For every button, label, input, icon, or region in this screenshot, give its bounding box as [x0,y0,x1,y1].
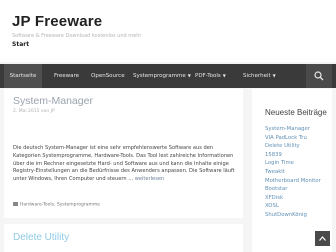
site-title[interactable]: JP Freeware [12,13,102,30]
sidebar-item[interactable]: Delete Utility [265,142,321,151]
post-title-2[interactable]: Delete Utility [13,232,69,243]
chevron-down-icon: ▼ [187,73,191,78]
sidebar-item[interactable]: XOSL [265,202,321,211]
post-meta: 2. Mai 2015 von JP [13,109,55,114]
sidebar-item[interactable]: XFDisk [265,194,321,203]
sidebar-item[interactable]: Tweakit [265,168,321,177]
post-categories-text[interactable]: Hardware-Tools, Systemprogramme [20,203,100,208]
post-categories: Hardware-Tools, Systemprogramme [13,202,100,208]
sidebar-item[interactable]: ShutDownKönig [265,211,321,220]
nav-item-pdf-tools[interactable]: PDF-Tools ▼ [195,64,226,88]
nav-item-label: Startseite [9,73,37,79]
read-more-link[interactable]: weiterlesen [135,176,165,182]
post-separator [4,218,243,224]
main-navigation: Startseite Freeware OpenSource Systempro… [0,64,336,88]
nav-item-freeware[interactable]: Freeware [54,64,79,88]
post-title[interactable]: System-Manager [13,95,93,107]
search-button[interactable] [306,64,332,88]
post-content: Die deutsch System-Manager ist eine sehr… [13,145,239,184]
nav-item-startseite[interactable]: Startseite [4,64,42,88]
nav-item-label: Sicherheit [243,73,271,79]
nav-item-sicherheit[interactable]: Sicherheit ▼ [243,64,276,88]
sidebar-item[interactable]: 15839 [265,151,321,160]
chevron-down-icon: ▼ [272,73,276,78]
nav-item-opensource[interactable]: OpenSource [91,64,125,88]
nav-item-label: OpenSource [91,73,125,79]
folder-icon [13,202,18,206]
post-text: Die deutsch System-Manager ist eine sehr… [13,145,235,183]
start-link[interactable]: Start [12,41,29,48]
search-icon [314,71,324,81]
sidebar-heading: Neueste Beiträge [265,108,327,117]
sidebar-item[interactable]: System-Manager [265,125,321,134]
nav-item-label: Systemprogramme [133,73,186,79]
sidebar: Neueste Beiträge System-Manager VIA PadL… [252,89,332,252]
sidebar-item[interactable]: Motherboard Monitor [265,177,321,186]
scroll-to-top-button[interactable] [315,231,330,246]
sidebar-item[interactable]: VIA PadLock Tru [265,134,321,143]
main-content: System-Manager 2. Mai 2015 von JP Die de… [4,89,243,252]
recent-posts-list: System-Manager VIA PadLock Tru Delete Ut… [265,125,321,220]
sidebar-item[interactable]: Login Time [265,159,321,168]
chevron-up-icon [319,236,326,241]
chevron-down-icon: ▼ [222,73,226,78]
nav-item-label: PDF-Tools [195,73,221,79]
site-tagline: Software & Freeware Download kostenlos u… [12,33,142,39]
nav-item-label: Freeware [54,73,80,79]
nav-item-systemprogramme[interactable]: Systemprogramme ▼ [133,64,191,88]
site-header: JP Freeware Software & Freeware Download… [0,0,336,62]
sidebar-item[interactable]: Bootstar [265,185,321,194]
